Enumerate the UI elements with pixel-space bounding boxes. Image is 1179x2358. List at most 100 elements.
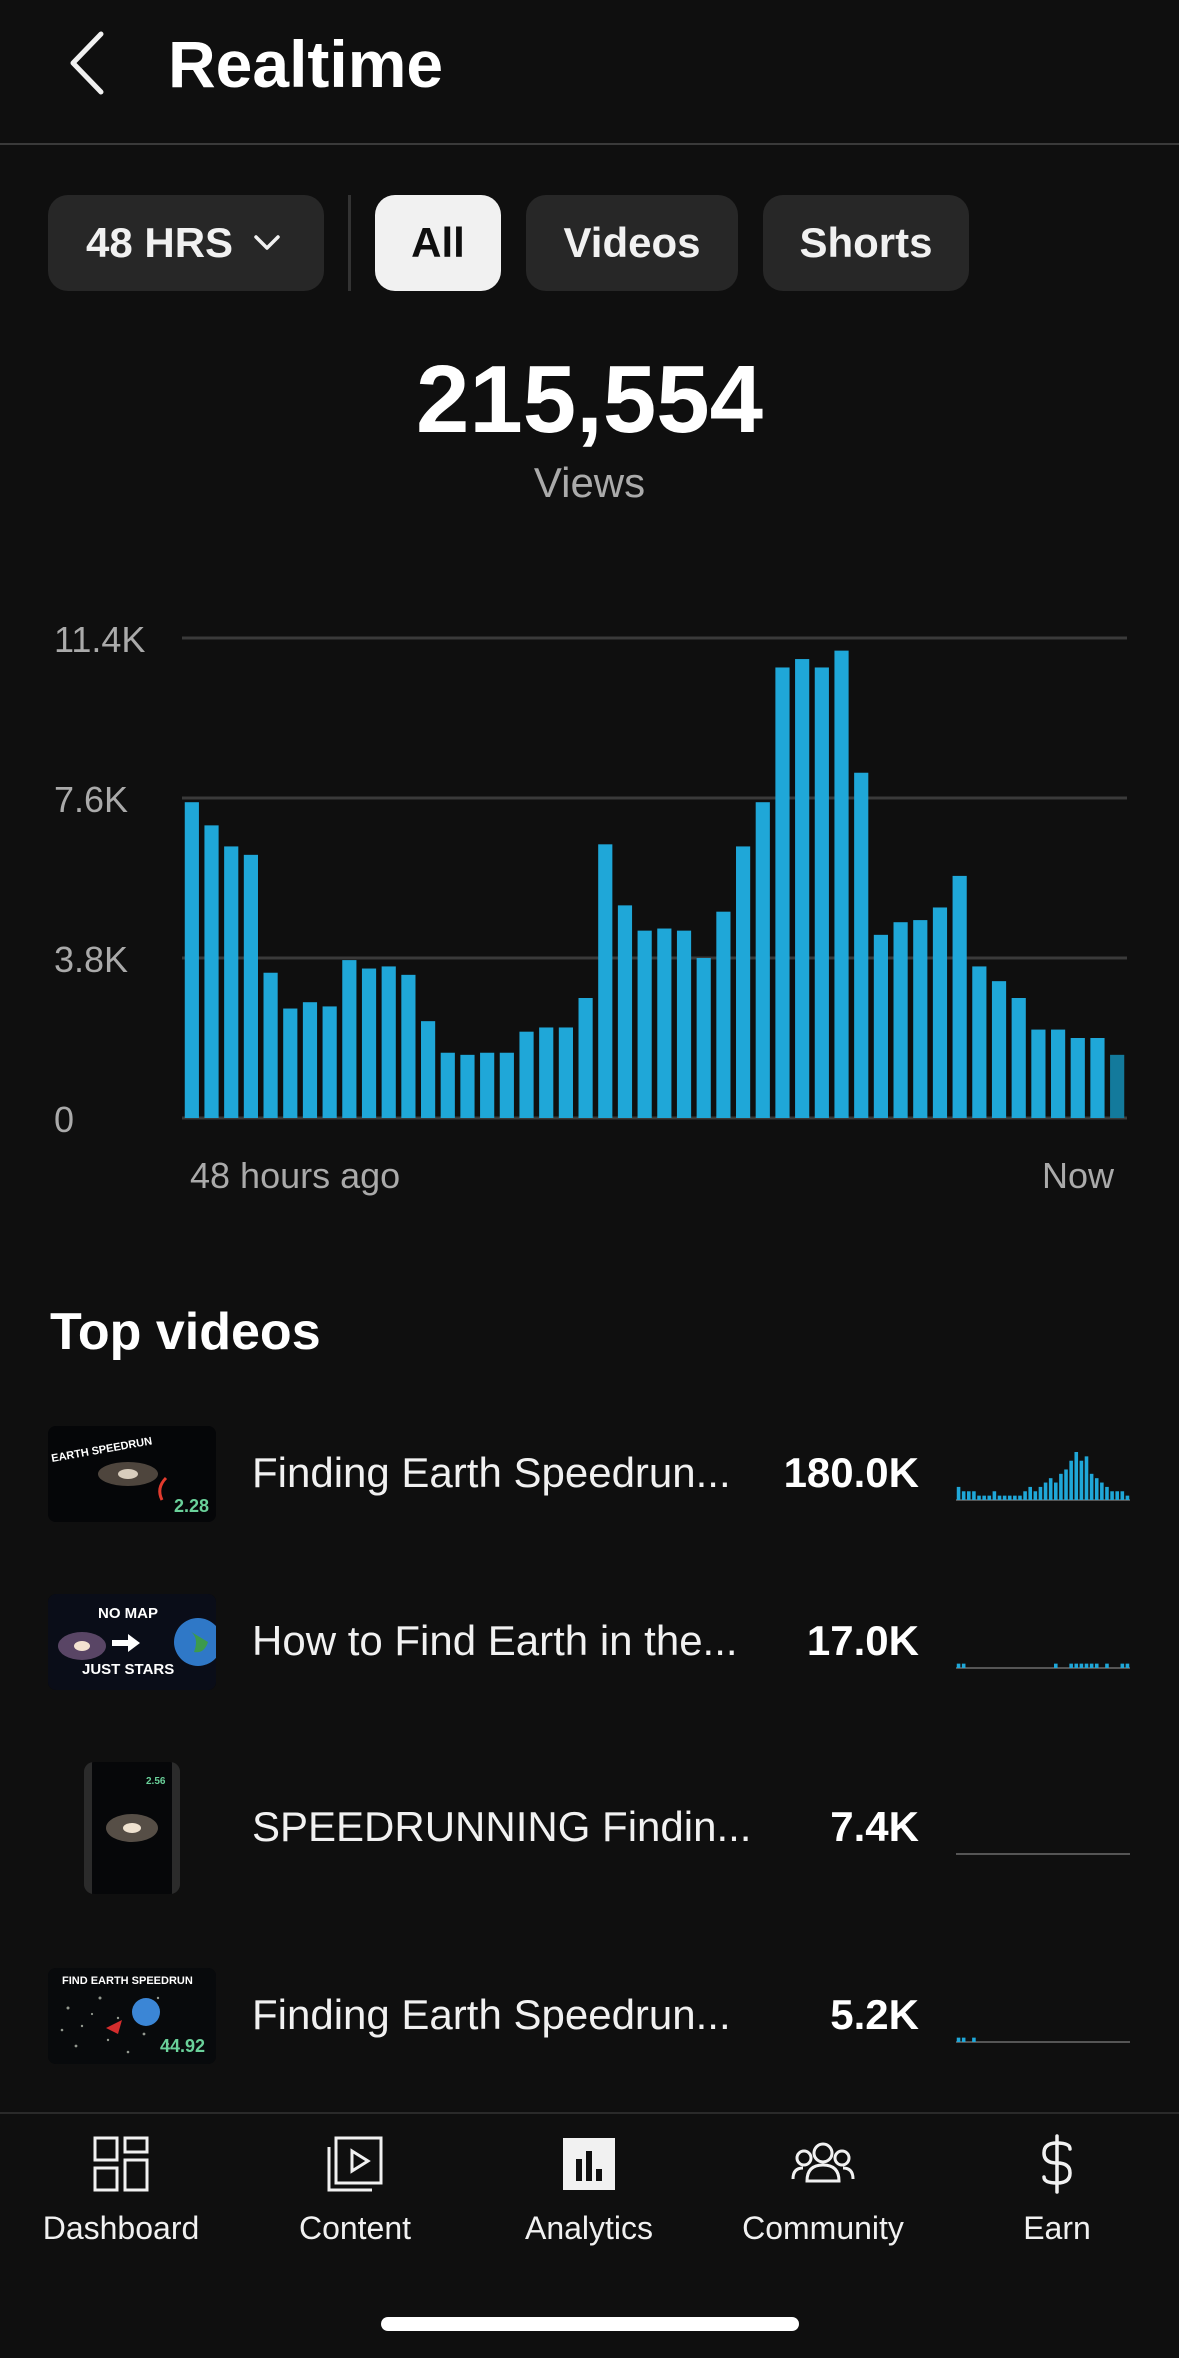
- total-views-label: Views: [533, 459, 646, 506]
- chart-bar: [302, 1002, 318, 1118]
- video-sparkline: [956, 1663, 1130, 1669]
- chart-bar: [243, 854, 258, 1118]
- video-row[interactable]: EARTH SPEEDRUN 2.28 Finding Earth Speedr…: [0, 1426, 1179, 1566]
- sparkline-bar: [1094, 1663, 1099, 1668]
- sparkline-bar: [1100, 1482, 1104, 1500]
- chart-bar: [342, 960, 357, 1118]
- nav-content[interactable]: Content: [237, 2132, 473, 2272]
- chevron-down-icon: [254, 235, 280, 250]
- video-views: 5.2K: [830, 1991, 919, 2038]
- sparkline-bar: [1013, 1495, 1017, 1500]
- chart-bar: [1070, 1038, 1085, 1118]
- chart-bar: [1051, 1029, 1066, 1118]
- sparkline-bar: [956, 1486, 961, 1500]
- time-range-dropdown[interactable]: 48 HRS: [48, 195, 324, 291]
- y-tick-label: 7.6K: [54, 779, 128, 820]
- video-title: How to Find Earth in the...: [252, 1617, 738, 1664]
- chart-bar: [814, 667, 829, 1118]
- chart-bar: [539, 1027, 554, 1118]
- sparkline-bar: [1120, 1491, 1125, 1500]
- chart-bar: [972, 966, 987, 1118]
- sparkline-bar: [956, 2037, 961, 2042]
- chart-bar: [1011, 998, 1026, 1118]
- chart-bar: [657, 928, 672, 1118]
- video-row[interactable]: 2.56 SPEEDRUNNING Findin... 7.4K: [0, 1762, 1179, 1902]
- video-thumbnail: FIND EARTH SPEEDRUN 44.92: [48, 1968, 216, 2064]
- sparkline-bar: [1074, 1663, 1079, 1668]
- chart-bar: [519, 1031, 534, 1118]
- chart-bar: [617, 905, 633, 1118]
- video-title: Finding Earth Speedrun...: [252, 1449, 731, 1496]
- sparkline-bar: [1125, 1663, 1130, 1668]
- sparkline-bar: [1125, 1495, 1130, 1500]
- nav-label: Community: [742, 2210, 904, 2246]
- thumb-time: 2.56: [146, 1776, 166, 1787]
- sparkline-bar: [1105, 1663, 1109, 1668]
- thumb-time: 44.92: [160, 2036, 205, 2056]
- video-row[interactable]: FIND EARTH SPEEDRUN 44.92 Finding Earth …: [0, 1968, 1179, 2108]
- sparkline-bar: [1079, 1663, 1084, 1668]
- sparkline-bar: [961, 2037, 966, 2042]
- chart-bar: [913, 920, 928, 1118]
- sparkline-bar: [1033, 1491, 1038, 1500]
- chart-bar: [854, 772, 869, 1118]
- chart-bar: [401, 974, 416, 1118]
- views-bar-chart[interactable]: 0 3.8K 7.6K 11.4K 48 hours ago Now: [0, 600, 1179, 1220]
- dollar-icon: [1025, 2132, 1089, 2196]
- sparkline-bar: [1023, 1491, 1027, 1500]
- chart-bar: [775, 667, 790, 1118]
- analytics-icon: [557, 2132, 621, 2196]
- y-tick-label: 0: [54, 1099, 74, 1140]
- nav-community[interactable]: Community: [705, 2132, 941, 2272]
- home-indicator[interactable]: [381, 2317, 799, 2331]
- chart-bar: [224, 846, 239, 1118]
- sparkline-bar: [1069, 1663, 1073, 1668]
- chart-bar: [736, 846, 751, 1118]
- thumb-time: 2.28: [174, 1496, 209, 1516]
- chart-bar: [932, 907, 948, 1118]
- thumb-text-bottom: JUST STARS: [82, 1661, 174, 1678]
- sparkline-bar: [1007, 1495, 1012, 1500]
- nav-dashboard[interactable]: Dashboard: [3, 2132, 239, 2272]
- nav-analytics[interactable]: Analytics: [471, 2132, 707, 2272]
- sparkline-bar: [1110, 1491, 1114, 1500]
- video-row[interactable]: NO MAP JUST STARS How to Find Earth in t…: [0, 1594, 1179, 1734]
- dashboard-icon: [89, 2132, 153, 2196]
- nav-label: Content: [298, 2210, 412, 2246]
- video-thumbnail: NO MAP JUST STARS: [48, 1594, 216, 1690]
- tab-videos[interactable]: Videos: [526, 195, 738, 291]
- filter-chips: 48 HRS All Videos Shorts: [48, 195, 969, 291]
- chart-bar: [381, 966, 396, 1118]
- sparkline-bar: [972, 1491, 976, 1500]
- chart-bar: [578, 998, 593, 1118]
- sparkline-bar: [1054, 1663, 1058, 1668]
- chart-bar: [991, 981, 1007, 1118]
- sparkline-bar: [987, 1495, 992, 1500]
- chart-bar: [322, 1006, 337, 1118]
- nav-label: Dashboard: [42, 2210, 200, 2246]
- thumb-text: FIND EARTH SPEEDRUN: [62, 1975, 193, 1987]
- nav-label: Analytics: [524, 2210, 654, 2246]
- chart-bar: [1090, 1038, 1105, 1118]
- tab-all[interactable]: All: [375, 195, 501, 291]
- video-title: SPEEDRUNNING Findin...: [252, 1803, 752, 1850]
- back-button[interactable]: [52, 28, 122, 98]
- chart-canvas: 0 3.8K 7.6K 11.4K 48 hours ago Now: [54, 619, 1127, 1196]
- sparkline-bar: [972, 2037, 976, 2042]
- page-title: Realtime: [168, 27, 444, 101]
- chart-bar: [421, 1021, 436, 1118]
- top-videos-title: Top videos: [50, 1303, 321, 1361]
- tab-shorts[interactable]: Shorts: [763, 195, 969, 291]
- sparkline-bar: [1038, 1486, 1043, 1500]
- video-views: 17.0K: [806, 1617, 919, 1664]
- video-thumbnail: EARTH SPEEDRUN 2.28: [48, 1426, 216, 1522]
- x-start-label: 48 hours ago: [190, 1155, 400, 1196]
- x-end-label: Now: [1042, 1155, 1115, 1196]
- sparkline-bar: [977, 1495, 981, 1500]
- sparkline-bar: [982, 1495, 986, 1500]
- sparkline-bar: [961, 1491, 966, 1500]
- video-sparkline: [956, 2037, 1130, 2043]
- video-sparkline: [956, 1452, 1130, 1501]
- nav-earn[interactable]: Earn: [939, 2132, 1175, 2272]
- sparkline-bar: [1115, 1491, 1119, 1500]
